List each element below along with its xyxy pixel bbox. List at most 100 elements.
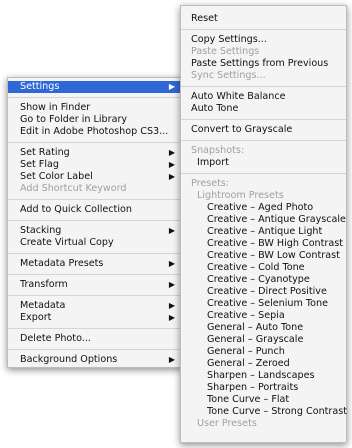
context-menu-item-add-shortcut-keyword: Add Shortcut Keyword: [8, 183, 181, 195]
context-menu-item-go-to-folder-in-library[interactable]: Go to Folder in Library: [8, 114, 181, 126]
settings-menu-item-general-grayscale[interactable]: General – Grayscale: [181, 334, 346, 346]
menu-item-label: Creative – Selenium Tone: [207, 298, 328, 309]
menu-item-label: Tone Curve – Strong Contrast: [207, 406, 347, 417]
menu-separator: [8, 328, 181, 329]
context-menu-item-add-to-quick-collection[interactable]: Add to Quick Collection: [8, 204, 181, 216]
settings-menu-item-creative-direct-positive[interactable]: Creative – Direct Positive: [181, 286, 346, 298]
menu-item-label: Set Flag: [20, 159, 59, 170]
settings-menu-item-paste-settings: Paste Settings: [181, 46, 346, 58]
context-menu-item-edit-in-adobe-photoshop-cs3[interactable]: Edit in Adobe Photoshop CS3...: [8, 126, 181, 138]
submenu-arrow-icon: ▶: [168, 313, 175, 322]
menu-item-label: General – Zeroed: [207, 358, 290, 369]
settings-menu-item-convert-to-grayscale[interactable]: Convert to Grayscale: [181, 124, 346, 136]
context-menu: Settings ▶ Show in Finder Go to Folder in L…: [7, 77, 182, 368]
context-menu-item-metadata[interactable]: Metadata ▶: [8, 300, 181, 312]
menu-item-label: Import: [197, 157, 229, 168]
settings-menu-item-tone-curve-flat[interactable]: Tone Curve – Flat: [181, 394, 346, 406]
menu-item-label: Creative – BW Low Contrast: [207, 250, 340, 261]
context-menu-item-export[interactable]: Export ▶: [8, 312, 181, 324]
settings-menu-item-creative-aged-photo[interactable]: Creative – Aged Photo: [181, 202, 346, 214]
menu-item-label: Tone Curve – Flat: [207, 394, 290, 405]
menu-item-label: Creative – BW High Contrast: [207, 238, 343, 249]
menu-item-label: Auto White Balance: [191, 91, 286, 102]
menu-item-label: General – Punch: [207, 346, 285, 357]
settings-menu-item-sharpen-landscapes[interactable]: Sharpen – Landscapes: [181, 370, 346, 382]
settings-menu-item-tone-curve-strong-contrast[interactable]: Tone Curve – Strong Contrast: [181, 406, 347, 418]
settings-menu-item-creative-cyanotype[interactable]: Creative – Cyanotype: [181, 274, 346, 286]
context-menu-item-transform[interactable]: Transform ▶: [8, 279, 181, 291]
menu-separator: [8, 142, 181, 143]
context-menu-item-set-flag[interactable]: Set Flag ▶: [8, 159, 181, 171]
settings-menu-item-sync-settings: Sync Settings...: [181, 70, 346, 82]
menu-separator: [8, 199, 181, 200]
menu-item-label: Creative – Antique Light: [207, 226, 323, 237]
menu-item-label: Metadata Presets: [20, 258, 104, 269]
settings-menu-item-import[interactable]: Import: [181, 157, 346, 169]
submenu-arrow-icon: ▶: [168, 160, 175, 169]
menu-item-label: Sync Settings...: [191, 70, 266, 81]
menu-item-label: Stacking: [20, 225, 62, 236]
context-menu-item-settings[interactable]: Settings ▶: [8, 81, 181, 93]
submenu-arrow-icon: ▶: [168, 280, 175, 289]
settings-menu-item-creative-antique-light[interactable]: Creative – Antique Light: [181, 226, 346, 238]
settings-menu-item-general-zeroed[interactable]: General – Zeroed: [181, 358, 346, 370]
context-menu-item-set-rating[interactable]: Set Rating ▶: [8, 147, 181, 159]
settings-menu-item-copy-settings[interactable]: Copy Settings...: [181, 34, 346, 46]
menu-item-label: Background Options: [20, 354, 118, 365]
settings-menu-item-creative-sepia[interactable]: Creative – Sepia: [181, 310, 346, 322]
menu-separator: [8, 274, 181, 275]
menu-separator: [8, 253, 181, 254]
submenu-arrow-icon: ▶: [168, 172, 175, 181]
settings-menu-item-auto-tone[interactable]: Auto Tone: [181, 103, 346, 115]
menu-item-label: Creative – Aged Photo: [207, 202, 314, 213]
menu-item-label: Delete Photo...: [20, 333, 91, 344]
context-menu-item-stacking[interactable]: Stacking ▶: [8, 225, 181, 237]
menu-item-label: Edit in Adobe Photoshop CS3...: [20, 126, 169, 137]
settings-menu-item-auto-white-balance[interactable]: Auto White Balance: [181, 91, 346, 103]
settings-menu-item-creative-bw-low-contrast[interactable]: Creative – BW Low Contrast: [181, 250, 346, 262]
settings-menu-item-creative-cold-tone[interactable]: Creative – Cold Tone: [181, 262, 346, 274]
settings-menu-item-general-punch[interactable]: General – Punch: [181, 346, 346, 358]
menu-item-label: General – Auto Tone: [207, 322, 304, 333]
settings-section-header-presets: Presets:: [181, 178, 346, 190]
context-menu-item-background-options[interactable]: Background Options ▶: [8, 354, 181, 366]
settings-section-header-user-presets: User Presets: [181, 418, 346, 430]
section-header-label: Presets:: [191, 178, 230, 189]
menu-separator: [8, 220, 181, 221]
section-header-label: Snapshots:: [191, 145, 245, 156]
submenu-arrow-icon: ▶: [168, 355, 175, 364]
menu-separator: [181, 119, 346, 120]
menu-item-label: General – Grayscale: [207, 334, 304, 345]
settings-menu-item-creative-selenium-tone[interactable]: Creative – Selenium Tone: [181, 298, 346, 310]
menu-separator: [181, 29, 346, 30]
menu-item-label: Paste Settings: [191, 46, 260, 57]
context-menu-item-delete-photo[interactable]: Delete Photo...: [8, 333, 181, 345]
context-menu-item-create-virtual-copy[interactable]: Create Virtual Copy: [8, 237, 181, 249]
settings-menu-item-general-auto-tone[interactable]: General – Auto Tone: [181, 322, 346, 334]
menu-item-label: Sharpen – Landscapes: [207, 370, 315, 381]
settings-menu-item-creative-bw-high-contrast[interactable]: Creative – BW High Contrast: [181, 238, 346, 250]
settings-section-header-lightroom-presets: Lightroom Presets: [181, 190, 346, 202]
settings-menu-item-sharpen-portraits[interactable]: Sharpen – Portraits: [181, 382, 346, 394]
menu-item-label: Export: [20, 312, 52, 323]
context-menu-item-show-in-finder[interactable]: Show in Finder: [8, 102, 181, 114]
context-menu-item-set-color-label[interactable]: Set Color Label ▶: [8, 171, 181, 183]
submenu-arrow-icon: ▶: [168, 82, 175, 91]
submenu-arrow-icon: ▶: [168, 148, 175, 157]
menu-item-label: Go to Folder in Library: [20, 114, 128, 125]
menu-item-label: Add to Quick Collection: [20, 204, 132, 215]
settings-menu-item-reset[interactable]: Reset: [181, 13, 346, 25]
menu-item-label: Transform: [20, 279, 68, 290]
context-menu-item-metadata-presets[interactable]: Metadata Presets ▶: [8, 258, 181, 270]
settings-menu-item-paste-settings-from-previous[interactable]: Paste Settings from Previous: [181, 58, 346, 70]
menu-item-label: Show in Finder: [20, 102, 91, 113]
menu-item-label: Creative – Antique Grayscale: [207, 214, 346, 225]
menu-item-label: Settings: [20, 81, 60, 92]
menu-separator: [181, 86, 346, 87]
menu-separator: [8, 295, 181, 296]
menu-item-label: Reset: [191, 13, 218, 24]
menu-item-label: Creative – Cold Tone: [207, 262, 305, 273]
settings-menu-item-creative-antique-grayscale[interactable]: Creative – Antique Grayscale: [181, 214, 346, 226]
menu-item-label: Set Rating: [20, 147, 70, 158]
menu-item-label: Creative – Sepia: [207, 310, 285, 321]
